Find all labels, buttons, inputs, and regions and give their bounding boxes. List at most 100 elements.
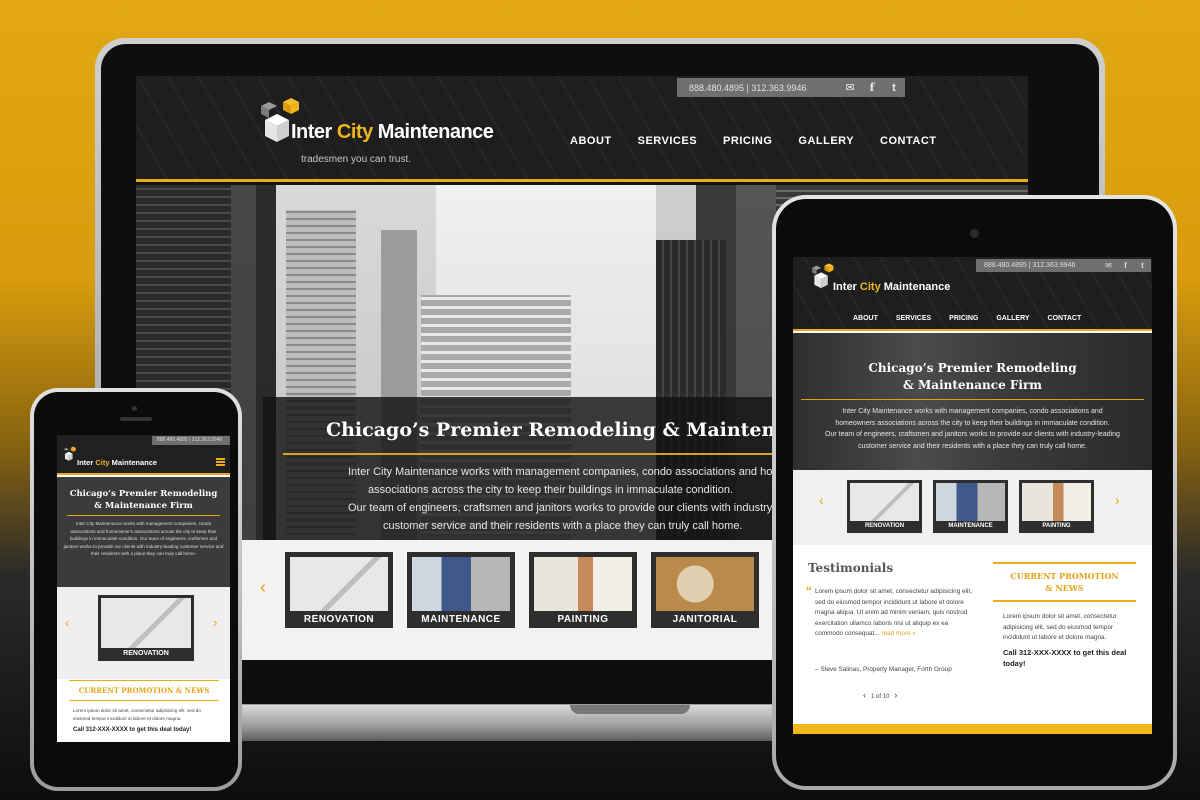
service-tile-maintenance[interactable]: MAINTENANCE xyxy=(407,552,515,628)
carousel-prev-icon[interactable]: ‹ xyxy=(65,615,69,630)
phone-hero-text: Inter City Maintenance works with manage… xyxy=(63,521,224,557)
renovation-image xyxy=(290,557,388,611)
carousel-next-icon[interactable]: › xyxy=(1115,492,1120,508)
renovation-image xyxy=(101,598,191,648)
phone-camera xyxy=(132,406,137,411)
service-label: JANITORIAL xyxy=(672,614,738,625)
service-tile-renovation[interactable]: RENOVATION xyxy=(285,552,393,628)
testimonials-heading: Testimonials xyxy=(808,561,894,575)
tablet-hero-divider xyxy=(801,399,1144,400)
phone-promo-call: Call 312-XXX-XXXX to get this deal today… xyxy=(73,727,192,733)
phone-screen: 888.480.4895 | 312.363.9946 Inter City M… xyxy=(57,435,230,742)
hero-line-4: customer service and their residents wit… xyxy=(383,520,743,532)
pager-next-icon[interactable]: › xyxy=(894,690,897,700)
hero-line-2: associations across the city to keep the… xyxy=(368,484,734,496)
contact-bar: 888.480.4895 | 312.363.9946 ✉ f t xyxy=(677,78,905,97)
tablet-services-carousel: ‹ RENOVATION MAINTENANCE PAINTING › xyxy=(793,470,1152,545)
site-logo[interactable]: Inter City Maintenance tradesmen you can… xyxy=(259,96,494,165)
hero-divider xyxy=(283,453,783,455)
nav-services[interactable]: SERVICES xyxy=(896,315,931,322)
mail-icon[interactable]: ✉ xyxy=(839,81,861,94)
nav-gallery[interactable]: GALLERY xyxy=(798,135,854,147)
tablet-nav: ABOUT SERVICES PRICING GALLERY CONTACT xyxy=(853,315,1099,322)
twitter-icon[interactable]: t xyxy=(1134,261,1151,270)
testimonial-pager: ‹ 1 of 10 › xyxy=(863,690,897,700)
phone-header: 888.480.4895 | 312.363.9946 Inter City M… xyxy=(57,435,230,475)
brand-name: Inter City Maintenance xyxy=(77,458,158,467)
nav-gallery[interactable]: GALLERY xyxy=(996,315,1029,322)
pager-prev-icon[interactable]: ‹ xyxy=(863,690,866,700)
brand-name: Inter City Maintenance xyxy=(833,281,951,293)
tablet-hero-text: Inter City Maintenance works with manage… xyxy=(825,408,1120,450)
nav-pricing[interactable]: PRICING xyxy=(949,315,978,322)
service-tile-maintenance[interactable]: MAINTENANCE xyxy=(933,480,1008,533)
painting-image xyxy=(534,557,632,611)
promo-text: Lorem ipsum dolor sit amet, consectetur … xyxy=(1003,613,1117,641)
tablet-camera xyxy=(970,229,979,238)
tablet-contact-bar: 888.480.4895 | 312.363.9946 ✉ f t xyxy=(976,259,1151,272)
facebook-icon[interactable]: f xyxy=(1117,261,1134,270)
carousel-next-icon[interactable]: › xyxy=(213,615,217,630)
service-tile-renovation[interactable]: RENOVATION xyxy=(847,480,922,533)
service-label: PAINTING xyxy=(557,614,609,625)
phone-promo-heading: CURRENT PROMOTION & NEWS xyxy=(78,686,210,695)
read-more-link[interactable]: read more » xyxy=(881,630,915,637)
service-label: MAINTENANCE xyxy=(421,614,501,625)
service-label: RENOVATION xyxy=(864,523,905,529)
phone-promo-text: Lorem ipsum dolor sit amet, consectetur … xyxy=(73,708,201,721)
phone-speaker xyxy=(120,417,152,421)
painting-image xyxy=(1022,483,1091,521)
hero-title: Chicago’s Premier Remodeling & Maintenan… xyxy=(326,419,826,441)
service-tile-janitorial[interactable]: JANITORIAL xyxy=(651,552,759,628)
renovation-image xyxy=(850,483,919,521)
quote-icon: “ xyxy=(806,584,812,598)
tablet-logo[interactable]: Inter City Maintenance xyxy=(811,261,950,300)
tablet-screen: 888.480.4895 | 312.363.9946 ✉ f t Inter … xyxy=(793,257,1152,734)
phone-contact-bar: 888.480.4895 | 312.363.9946 xyxy=(152,436,230,445)
pager-count: 1 of 10 xyxy=(871,694,890,700)
nav-contact[interactable]: CONTACT xyxy=(1048,315,1082,322)
phone-hero: Chicago’s Premier Remodeling & Maintenanc… xyxy=(57,477,230,587)
promo-heading: CURRENT PROMOTION & NEWS xyxy=(1010,571,1119,593)
phone-services-carousel: ‹ RENOVATION › xyxy=(57,587,230,679)
tablet-hero-title: Chicago’s Premier Remodeling & Maintenanc… xyxy=(868,361,1077,392)
mail-icon[interactable]: ✉ xyxy=(1100,261,1117,270)
facebook-icon[interactable]: f xyxy=(861,81,883,94)
phone-hero-divider xyxy=(67,515,220,516)
service-label: MAINTENANCE xyxy=(948,523,993,529)
nav-about[interactable]: ABOUT xyxy=(853,315,878,322)
promo-call: Call 312-XXX-XXXX to get this deal today… xyxy=(1003,648,1127,668)
service-tile-renovation[interactable]: RENOVATION xyxy=(98,595,194,661)
phone-logo[interactable]: Inter City Maintenance xyxy=(63,445,157,470)
main-nav: ABOUT SERVICES PRICING GALLERY CONTACT xyxy=(570,135,963,147)
janitorial-image xyxy=(656,557,754,611)
maintenance-image xyxy=(936,483,1005,521)
twitter-icon[interactable]: t xyxy=(883,82,905,94)
testimonial-author: – Steve Salinas, Property Manager, Forth… xyxy=(815,666,952,673)
laptop-notch xyxy=(570,705,690,714)
site-header: 888.480.4895 | 312.363.9946 ✉ f t Inter … xyxy=(136,76,1028,182)
tablet-hero: Chicago’s Premier Remodeling & Maintenanc… xyxy=(793,333,1152,470)
nav-contact[interactable]: CONTACT xyxy=(880,135,936,147)
service-label: RENOVATION xyxy=(123,650,169,657)
service-label: RENOVATION xyxy=(303,614,375,625)
tablet-footer-bar xyxy=(793,724,1152,734)
tablet-header: 888.480.4895 | 312.363.9946 ✉ f t Inter … xyxy=(793,257,1152,331)
service-tile-painting[interactable]: PAINTING xyxy=(529,552,637,628)
hero-text: Inter City Maintenance works with manage… xyxy=(263,463,788,535)
nav-pricing[interactable]: PRICING xyxy=(723,135,772,147)
carousel-prev-icon[interactable]: ‹ xyxy=(819,492,824,508)
phone-promo-heading-box: CURRENT PROMOTION & NEWS xyxy=(69,680,219,701)
menu-icon[interactable] xyxy=(216,458,225,466)
nav-about[interactable]: ABOUT xyxy=(570,135,612,147)
hero-overlay: Chicago’s Premier Remodeling & Maintenan… xyxy=(263,397,825,540)
carousel-prev-icon[interactable]: ‹ xyxy=(260,577,266,598)
hero-line-3: Our team of engineers, craftsmen and jan… xyxy=(348,502,776,514)
nav-services[interactable]: SERVICES xyxy=(638,135,697,147)
maintenance-image xyxy=(412,557,510,611)
hero-line-1: Inter City Maintenance works with manage… xyxy=(348,466,788,478)
promo-heading-box: CURRENT PROMOTION & NEWS xyxy=(993,562,1136,602)
brand-name: Inter City Maintenance xyxy=(291,121,494,143)
service-tile-painting[interactable]: PAINTING xyxy=(1019,480,1094,533)
phone-numbers: 888.480.4895 | 312.363.9946 xyxy=(689,82,807,93)
